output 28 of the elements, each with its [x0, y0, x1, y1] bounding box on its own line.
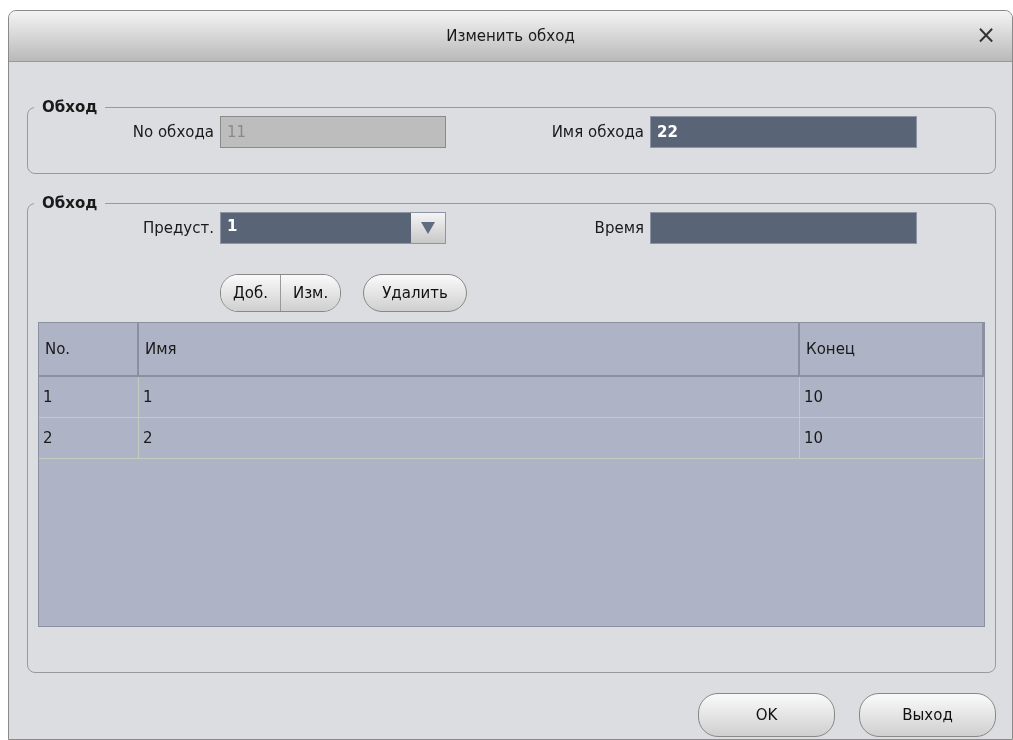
input-field[interactable]: 22: [650, 116, 917, 148]
table-cell: 1: [139, 377, 800, 417]
field-label: No обхода: [131, 123, 214, 141]
field-label: Предуст.: [141, 219, 214, 237]
column-header[interactable]: No.: [39, 323, 139, 375]
window-title: Изменить обход: [446, 27, 575, 45]
close-button[interactable]: ×: [969, 21, 1002, 49]
table-row[interactable]: 1 1 10: [39, 377, 984, 418]
segment-button[interactable]: Изм.: [280, 275, 341, 311]
table-cell: 10: [800, 377, 984, 417]
table-cell: 2: [139, 418, 800, 458]
input-field[interactable]: [650, 212, 917, 244]
segment-button[interactable]: Доб.: [221, 275, 281, 311]
dropdown[interactable]: 1: [220, 212, 446, 244]
column-header[interactable]: Конец: [800, 323, 984, 375]
group-title: Обход: [41, 194, 99, 212]
field-label: Имя обхода: [550, 123, 644, 141]
field-label: Время: [593, 219, 644, 237]
column-header[interactable]: Имя: [139, 323, 800, 375]
table-cell: 2: [39, 418, 139, 458]
delete-button[interactable]: Удалить: [363, 274, 467, 312]
table-row[interactable]: 2 2 10: [39, 418, 984, 459]
dialog-button[interactable]: OK: [698, 693, 835, 737]
dialog-button[interactable]: Выход: [859, 693, 996, 737]
dropdown-arrow-icon: [421, 222, 435, 234]
group-title: Обход: [41, 98, 99, 116]
table-cell: 10: [800, 418, 984, 458]
table-cell: 1: [39, 377, 139, 417]
